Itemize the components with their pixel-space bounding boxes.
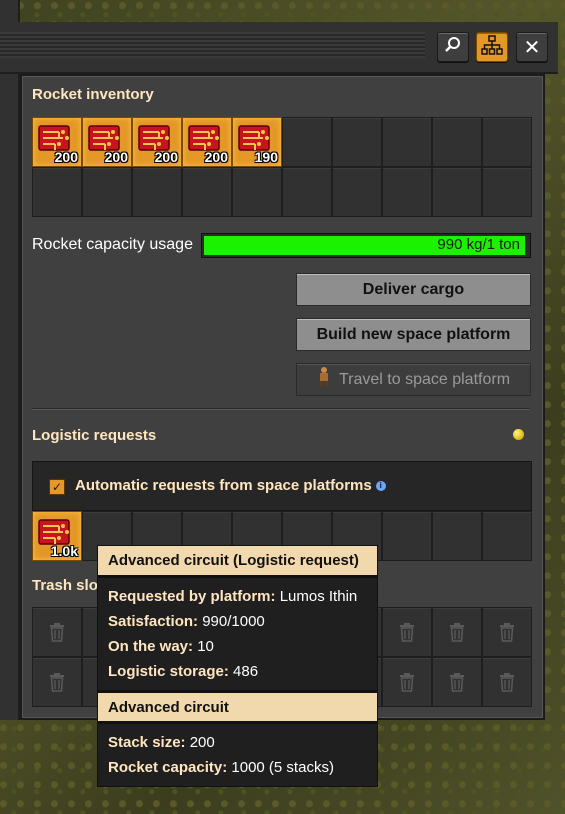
auto-requests-checkbox[interactable]: ✓: [49, 479, 65, 495]
inventory-slot[interactable]: [432, 167, 482, 217]
build-platform-button[interactable]: Build new space platform: [296, 318, 531, 351]
deliver-cargo-label: Deliver cargo: [362, 280, 465, 298]
inventory-slot[interactable]: [132, 167, 182, 217]
network-button[interactable]: [476, 32, 508, 62]
item-count: 1.0k: [50, 543, 78, 559]
tooltip-value: Lumos Ithin: [279, 588, 358, 605]
inventory-slot[interactable]: 200: [32, 117, 82, 167]
trash-icon: [498, 672, 516, 696]
trash-slot[interactable]: [482, 607, 532, 657]
tooltip-row: Requested by platform: Lumos Ithin: [108, 584, 367, 609]
engineer-icon: [317, 366, 331, 393]
tooltip-value: 200: [189, 734, 215, 751]
item-count: 200: [54, 149, 78, 165]
trash-slot[interactable]: [382, 607, 432, 657]
tooltip-value: 990/1000: [202, 613, 265, 630]
status-indicator-icon: [513, 429, 524, 440]
trash-icon: [48, 622, 66, 646]
trash-icon: [48, 672, 66, 696]
tooltip-header-item: Advanced circuit: [97, 691, 378, 723]
tooltip-key: Rocket capacity:: [108, 759, 228, 776]
item-count: 200: [154, 149, 178, 165]
inventory-slot[interactable]: [282, 117, 332, 167]
network-icon: [481, 35, 503, 59]
tooltip-key: Stack size:: [108, 734, 186, 751]
logistic-requests-title: Logistic requests: [32, 427, 157, 444]
inventory-slot[interactable]: [382, 167, 432, 217]
section-divider: [32, 408, 530, 410]
logistic-request-slot[interactable]: [432, 511, 482, 561]
tooltip-body-item: Stack size: 200 Rocket capacity: 1000 (5 …: [97, 723, 378, 787]
auto-requests-text: Automatic requests from space platforms: [75, 477, 372, 494]
tooltip-key: Requested by platform:: [108, 588, 276, 605]
close-icon: ✕: [523, 35, 541, 59]
inventory-slot[interactable]: [482, 117, 532, 167]
trash-slots-title: Trash slo: [32, 577, 98, 594]
trash-slot[interactable]: [32, 607, 82, 657]
inventory-slot[interactable]: 200: [182, 117, 232, 167]
inventory-slot[interactable]: [482, 167, 532, 217]
trash-slot[interactable]: [432, 607, 482, 657]
inventory-slot[interactable]: [32, 167, 82, 217]
trash-icon: [398, 672, 416, 696]
logistic-request-slot[interactable]: [382, 511, 432, 561]
capacity-label: Rocket capacity usage: [32, 236, 193, 253]
inventory-slot[interactable]: [332, 167, 382, 217]
travel-platform-label: Travel to space platform: [338, 370, 511, 388]
info-icon[interactable]: i: [375, 481, 386, 492]
tooltip-row: Logistic storage: 486: [108, 659, 367, 684]
inventory-slot[interactable]: [382, 117, 432, 167]
logistic-request-slot[interactable]: 1.0k: [32, 511, 82, 561]
tooltip-row: On the way: 10: [108, 634, 367, 659]
trash-slot[interactable]: [482, 657, 532, 707]
inventory-slot[interactable]: 200: [82, 117, 132, 167]
inventory-slot[interactable]: [82, 167, 132, 217]
inventory-slot[interactable]: [332, 117, 382, 167]
inventory-slot[interactable]: [432, 117, 482, 167]
trash-slot[interactable]: [382, 657, 432, 707]
auto-requests-panel: ✓ Automatic requests from space platform…: [32, 461, 532, 511]
trash-icon: [448, 622, 466, 646]
trash-icon: [398, 622, 416, 646]
item-count: 200: [104, 149, 128, 165]
item-tooltip: Advanced circuit (Logistic request) Requ…: [97, 545, 378, 787]
tooltip-key: On the way:: [108, 638, 194, 655]
item-count: 200: [204, 149, 228, 165]
tooltip-value: 1000 (5 stacks): [231, 759, 334, 776]
search-icon: [444, 36, 462, 58]
tooltip-key: Satisfaction:: [108, 613, 199, 630]
tooltip-key: Logistic storage:: [108, 663, 229, 680]
tooltip-row: Stack size: 200: [108, 730, 367, 755]
travel-platform-button[interactable]: Travel to space platform: [296, 363, 531, 396]
window-titlebar[interactable]: ✕: [0, 22, 558, 74]
logistic-request-slot[interactable]: [482, 511, 532, 561]
deliver-cargo-button[interactable]: Deliver cargo: [296, 273, 531, 306]
tooltip-value: 486: [233, 663, 259, 680]
search-button[interactable]: [437, 32, 469, 62]
trash-slot[interactable]: [432, 657, 482, 707]
build-platform-label: Build new space platform: [316, 325, 511, 343]
auto-requests-label: Automatic requests from space platforms i: [75, 477, 386, 494]
trash-icon: [448, 672, 466, 696]
rocket-inventory-grid: 200 200 200 200 190: [32, 117, 532, 217]
tooltip-value: 10: [197, 638, 214, 655]
tooltip-row: Satisfaction: 990/1000: [108, 609, 367, 634]
capacity-progress-bar: 990 kg/1 ton: [201, 233, 531, 258]
close-button[interactable]: ✕: [516, 32, 548, 62]
trash-icon: [498, 622, 516, 646]
trash-slot[interactable]: [32, 657, 82, 707]
item-count: 190: [254, 149, 278, 165]
inventory-slot[interactable]: [232, 167, 282, 217]
inventory-slot[interactable]: 190: [232, 117, 282, 167]
left-panel-edge: [0, 0, 20, 720]
inventory-slot[interactable]: 200: [132, 117, 182, 167]
tooltip-body-request: Requested by platform: Lumos Ithin Satisf…: [97, 577, 378, 691]
inventory-slot[interactable]: [282, 167, 332, 217]
inventory-slot[interactable]: [182, 167, 232, 217]
drag-handle[interactable]: [0, 32, 425, 58]
capacity-value: 990 kg/1 ton: [437, 236, 520, 253]
tooltip-header-request: Advanced circuit (Logistic request): [97, 545, 378, 577]
tooltip-row: Rocket capacity: 1000 (5 stacks): [108, 755, 367, 780]
rocket-inventory-title: Rocket inventory: [32, 86, 154, 103]
